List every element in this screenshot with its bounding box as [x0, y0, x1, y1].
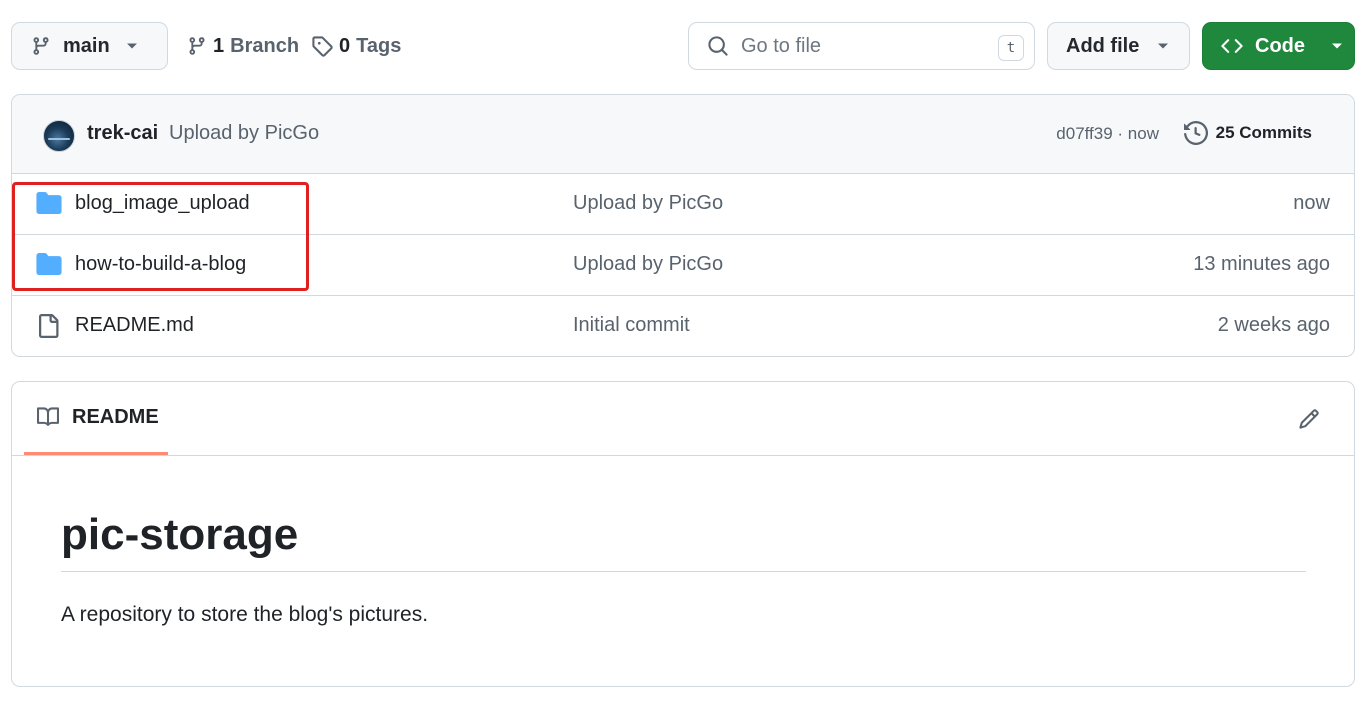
readme-header: README — [12, 382, 1354, 456]
code-label: Code — [1255, 34, 1305, 57]
file-row[interactable]: how-to-build-a-blog Upload by PicGo 13 m… — [12, 235, 1354, 296]
folder-icon — [36, 253, 62, 275]
file-commit-message[interactable]: Initial commit — [573, 314, 690, 337]
file-row[interactable]: blog_image_upload Upload by PicGo now — [12, 174, 1354, 235]
commit-author[interactable]: trek-cai — [87, 122, 158, 145]
file-commit-message[interactable]: Upload by PicGo — [573, 253, 723, 276]
book-icon — [36, 406, 60, 428]
commits-history-link[interactable]: 25 Commits — [1183, 121, 1312, 145]
search-shortcut-key: t — [998, 35, 1024, 61]
branches-word: Branch — [230, 34, 300, 57]
avatar[interactable] — [43, 120, 75, 152]
tags-word: Tags — [356, 34, 402, 57]
code-button[interactable]: Code — [1202, 22, 1355, 70]
caret-down-icon — [1331, 42, 1343, 50]
file-icon — [36, 314, 60, 338]
file-name[interactable]: README.md — [75, 314, 194, 337]
add-file-label: Add file — [1066, 34, 1140, 57]
file-commit-date: 2 weeks ago — [1217, 314, 1330, 336]
commit-message[interactable]: Upload by PicGo — [169, 122, 319, 145]
go-to-file-input[interactable]: Go to file t — [688, 22, 1035, 70]
file-commit-date: 13 minutes ago — [1193, 253, 1330, 275]
search-icon — [707, 35, 729, 57]
history-icon — [1183, 121, 1216, 145]
file-commit-message[interactable]: Upload by PicGo — [573, 192, 723, 215]
branch-name: main — [63, 34, 110, 57]
branch-selector-button[interactable]: main — [11, 22, 168, 70]
repo-toolbar: main 1 Branch 0 Tags Go to file t Add fi… — [11, 22, 1355, 70]
branches-count: 1 — [213, 34, 225, 57]
branches-link[interactable]: 1 Branch — [187, 22, 299, 70]
readme-tab-label: README — [72, 405, 159, 428]
caret-down-icon — [126, 42, 138, 50]
readme-panel: README pic-storage A repository to store… — [11, 381, 1355, 687]
tag-icon — [311, 35, 333, 57]
branch-icon — [187, 35, 207, 57]
branch-icon — [31, 35, 51, 57]
commit-sha-time[interactable]: d07ff39 · now — [1056, 124, 1159, 144]
pencil-icon[interactable] — [1298, 408, 1320, 430]
caret-down-icon — [1157, 42, 1169, 50]
commits-count: 25 Commits — [1215, 123, 1312, 142]
add-file-button[interactable]: Add file — [1047, 22, 1190, 70]
file-name[interactable]: how-to-build-a-blog — [75, 253, 246, 276]
readme-title: pic-storage — [61, 510, 1306, 573]
file-commit-date: now — [1293, 192, 1330, 214]
file-name[interactable]: blog_image_upload — [75, 192, 250, 215]
file-row[interactable]: README.md Initial commit 2 weeks ago — [12, 296, 1354, 356]
tags-count: 0 — [339, 34, 351, 57]
latest-commit-bar: trek-cai Upload by PicGo d07ff39 · now 2… — [12, 95, 1354, 174]
file-list: trek-cai Upload by PicGo d07ff39 · now 2… — [11, 94, 1355, 357]
tab-readme[interactable]: README — [24, 382, 168, 455]
readme-description: A repository to store the blog's picture… — [61, 603, 429, 627]
folder-icon — [36, 192, 62, 214]
search-placeholder: Go to file — [741, 34, 822, 57]
readme-content: pic-storage A repository to store the bl… — [61, 456, 1306, 627]
tags-link[interactable]: 0 Tags — [311, 22, 401, 70]
code-icon — [1221, 35, 1243, 57]
